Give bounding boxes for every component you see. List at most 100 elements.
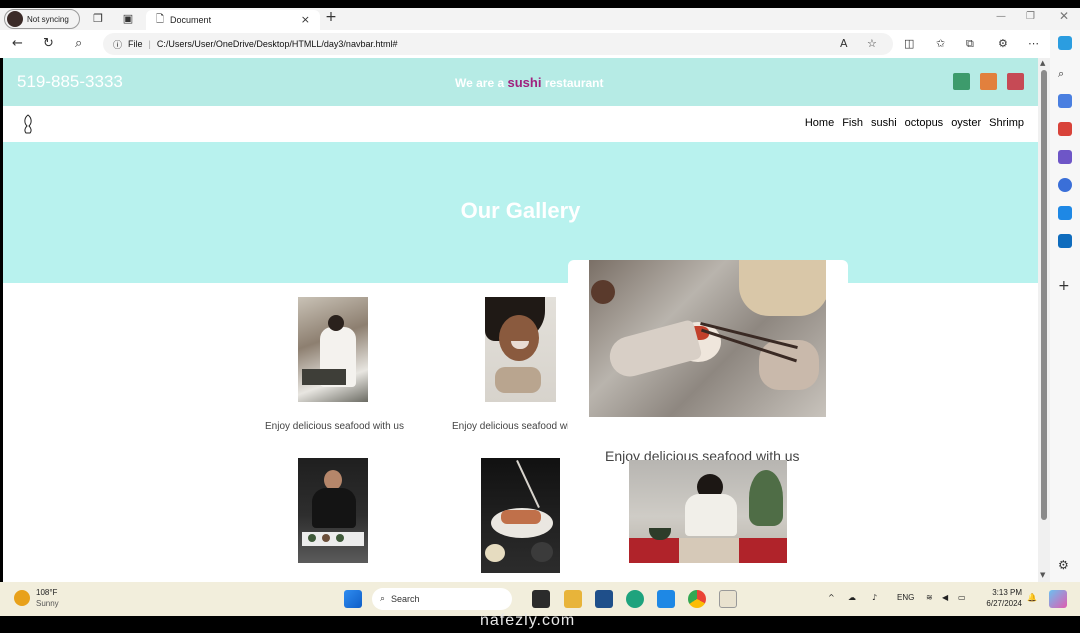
file-explorer-icon[interactable] (564, 590, 582, 608)
page-icon: 🗋 (156, 13, 165, 25)
gallery-photo-1[interactable] (298, 297, 368, 402)
social-icon-2[interactable] (980, 73, 997, 90)
extensions-icon[interactable]: ⚙ (998, 37, 1008, 50)
edge-icon[interactable] (626, 590, 644, 608)
nav-item-shrimp[interactable]: Shrimp (989, 117, 1024, 129)
social-icon-3[interactable] (1007, 73, 1024, 90)
close-window-icon[interactable]: ✕ (1059, 9, 1069, 23)
gallery-photo-6[interactable] (629, 460, 787, 563)
watermark: nafezly.com (480, 612, 576, 629)
url-separator: | (148, 39, 151, 49)
weather-condition: Sunny (36, 599, 59, 608)
search-glyph-icon: ⌕ (380, 594, 386, 604)
scrollbar-thumb[interactable] (1041, 70, 1047, 520)
phone-number: 519-885-3333 (17, 72, 123, 91)
copilot-icon[interactable] (1058, 36, 1072, 50)
copilot-taskbar-icon[interactable] (1049, 590, 1067, 608)
browser-tab-strip: Not syncing ❐ ▣ 🗋 Document × + — ❐ ✕ (0, 8, 1080, 30)
taskbar-search-placeholder: Search (391, 594, 420, 604)
tab-document[interactable]: 🗋 Document × (146, 10, 320, 30)
start-icon[interactable] (344, 590, 362, 608)
avatar (7, 11, 23, 27)
split-screen-icon[interactable]: ◫ (904, 37, 914, 50)
snipping-tool-icon[interactable] (719, 590, 737, 608)
favorite-star-icon[interactable]: ☆ (867, 37, 877, 50)
language-indicator[interactable]: ENG (897, 593, 914, 602)
page-viewport: 519-885-3333 We are a sushi restaurant H… (3, 58, 1038, 582)
refresh-icon[interactable]: ↻ (43, 36, 54, 51)
taskbar-search[interactable]: ⌕ Search (372, 588, 512, 610)
edge-sidebar: ⌕ + ⚙ (1050, 30, 1080, 582)
address-bar-row: ← ↻ ⌕ ⓘ File | C:/Users/User/OneDrive/De… (0, 30, 1080, 58)
workspaces-icon[interactable]: ❐ (91, 12, 105, 26)
minimize-icon[interactable]: — (996, 11, 1006, 22)
mic-icon[interactable]: ♪ (872, 593, 877, 602)
gallery-photo-3[interactable] (589, 260, 826, 417)
profile-button[interactable]: Not syncing (4, 9, 80, 29)
maximize-icon[interactable]: ❐ (1026, 11, 1035, 22)
url-field[interactable]: ⓘ File | C:/Users/User/OneDrive/Desktop/… (103, 33, 893, 55)
profile-label: Not syncing (27, 14, 69, 24)
gallery-hero: Our Gallery (3, 142, 1038, 283)
screen: Not syncing ❐ ▣ 🗋 Document × + — ❐ ✕ ← ↻… (0, 0, 1080, 633)
page-scrollbar[interactable]: ▲ ▼ (1038, 58, 1050, 582)
read-aloud-icon[interactable]: A (840, 37, 848, 50)
battery-icon[interactable]: ▭ (958, 593, 966, 602)
tab-title: Document (170, 15, 212, 25)
tagline-highlight: sushi (507, 75, 542, 90)
favorites-icon[interactable]: ✩ (936, 37, 945, 50)
cloud-icon[interactable]: ☁ (848, 593, 856, 602)
tools-icon[interactable] (1058, 122, 1072, 136)
main-navbar: Home Fish sushi octopus oyster Shrimp (3, 106, 1038, 142)
tagline-pre: We are a (455, 76, 505, 90)
windows-taskbar: 108°F Sunny ⌕ Search ^ ☁ ♪ ENG ≋ ◀ ▭ 3:1… (0, 582, 1080, 616)
tray-chevron-icon[interactable]: ^ (828, 593, 835, 602)
weather-temp: 108°F (36, 588, 58, 597)
nav-item-fish[interactable]: Fish (842, 117, 863, 129)
tagline: We are a sushi restaurant (455, 75, 604, 90)
tagline-post: restaurant (544, 76, 604, 90)
collections-icon[interactable]: ⧉ (966, 37, 974, 51)
vscode-icon[interactable] (657, 590, 675, 608)
social-icon-1[interactable] (953, 73, 970, 90)
nav-item-home[interactable]: Home (805, 117, 834, 129)
sun-icon (14, 590, 30, 606)
logo-icon[interactable] (21, 114, 35, 134)
clock[interactable]: 3:13 PM 6/27/2024 (982, 587, 1022, 609)
sidebar-search-icon[interactable]: ⌕ (1058, 67, 1072, 81)
top-info-bar: 519-885-3333 We are a sushi restaurant (3, 58, 1038, 106)
nav-menu: Home Fish sushi octopus oyster Shrimp (805, 117, 1024, 129)
gallery-photo-5[interactable] (481, 458, 560, 573)
search-icon[interactable]: ⌕ (75, 36, 82, 51)
tab-actions-icon[interactable]: ▣ (121, 12, 135, 26)
task-view-icon[interactable] (532, 590, 550, 608)
nav-item-octopus[interactable]: octopus (905, 117, 944, 129)
url-scheme: File (128, 39, 143, 49)
notification-bell-icon[interactable]: 🔔 (1027, 593, 1037, 602)
add-sidebar-app-icon[interactable]: + (1058, 278, 1072, 294)
nav-item-oyster[interactable]: oyster (951, 117, 981, 129)
more-options-icon[interactable]: ⋯ (1028, 37, 1039, 50)
gallery-caption-1: Enjoy delicious seafood with us (265, 421, 404, 432)
store-icon[interactable] (595, 590, 613, 608)
gallery-photo-2[interactable] (485, 297, 556, 402)
sidebar-settings-icon[interactable]: ⚙ (1058, 558, 1072, 572)
close-tab-icon[interactable]: × (301, 13, 310, 26)
telegram-icon[interactable] (1058, 206, 1072, 220)
new-tab-icon[interactable]: + (324, 10, 338, 24)
clock-date: 6/27/2024 (986, 599, 1022, 608)
url-text: C:/Users/User/OneDrive/Desktop/HTMLL/day… (156, 39, 398, 49)
gallery-photo-4[interactable] (298, 458, 368, 563)
shopping-icon[interactable] (1058, 94, 1072, 108)
scroll-up-icon[interactable]: ▲ (1040, 59, 1045, 67)
chrome-icon[interactable] (688, 590, 706, 608)
wifi-icon[interactable]: ≋ (926, 593, 933, 602)
games-icon[interactable] (1058, 150, 1072, 164)
outlook-icon[interactable] (1058, 234, 1072, 248)
scroll-down-icon[interactable]: ▼ (1040, 571, 1045, 579)
nav-item-sushi[interactable]: sushi (871, 117, 897, 129)
info-icon: ⓘ (113, 40, 123, 51)
back-icon[interactable]: ← (12, 36, 23, 51)
volume-icon[interactable]: ◀ (942, 593, 948, 602)
microsoft365-icon[interactable] (1058, 178, 1072, 192)
